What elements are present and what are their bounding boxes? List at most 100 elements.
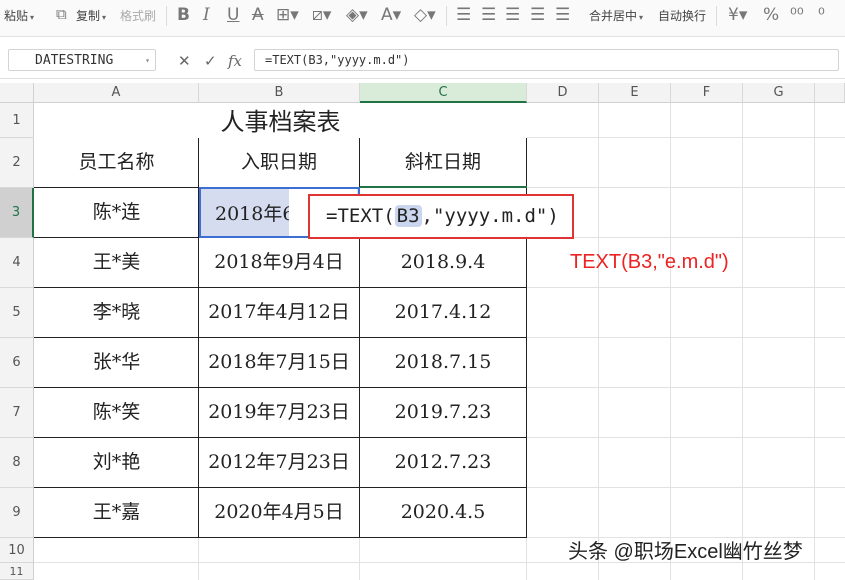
paste-button[interactable]: 粘贴 ▾	[4, 0, 34, 32]
formula-input[interactable]: =TEXT(B3,"yyyy.m.d")	[254, 49, 839, 71]
cell-b6[interactable]: 2018年7月15日	[199, 338, 359, 387]
column-header-e[interactable]: E	[599, 83, 671, 103]
copy-button[interactable]: 复制 ▾	[76, 0, 106, 32]
insert-function-button[interactable]: fx	[228, 52, 242, 70]
fill-color-icon[interactable]: ◈▾	[346, 4, 368, 26]
cell-a9[interactable]: 王*嘉	[35, 488, 198, 537]
column-header-a[interactable]: A	[34, 83, 199, 103]
cell-c5[interactable]: 2017.4.12	[360, 288, 526, 337]
column-header-g[interactable]: G	[743, 83, 815, 103]
copy-label: 复制	[76, 9, 101, 23]
align-left-icon[interactable]: ☰	[530, 4, 545, 26]
row-header-11[interactable]: 11	[0, 563, 34, 580]
sheet-title[interactable]: 人事档案表	[34, 103, 527, 138]
wrap-text-button[interactable]: 自动换行	[658, 0, 706, 32]
wrap-text-label: 自动换行	[658, 9, 707, 23]
align-top-icon[interactable]: ☰	[456, 4, 471, 26]
name-box-value: DATESTRING	[35, 53, 114, 68]
decimal-icon[interactable]: ⁰	[818, 4, 825, 26]
cell-a4[interactable]: 王*美	[35, 238, 198, 287]
align-right-icon[interactable]: ☰	[555, 4, 570, 26]
cell-a6[interactable]: 张*华	[35, 338, 198, 387]
cell-c7[interactable]: 2019.7.23	[360, 388, 526, 437]
strikethrough-button[interactable]: A	[252, 4, 264, 26]
cell-style-icon[interactable]: ⧄▾	[312, 4, 331, 26]
toolbar-divider	[166, 6, 167, 26]
font-color-icon[interactable]: A▾	[381, 4, 401, 26]
align-middle-icon[interactable]: ☰	[481, 4, 496, 26]
table-border	[34, 537, 527, 538]
row-header-3[interactable]: 3	[0, 188, 34, 238]
underline-button[interactable]: U	[227, 4, 239, 26]
thousands-icon[interactable]: ⁰⁰	[790, 4, 804, 26]
chevron-down-icon[interactable]: ▾	[145, 50, 150, 72]
chevron-down-icon: ▾	[639, 13, 644, 22]
row-header-7[interactable]: 7	[0, 388, 34, 438]
watermark: 头条 @职场Excel幽竹丝梦	[568, 541, 803, 563]
chevron-down-icon: ▾	[102, 13, 107, 22]
ribbon-toolbar: 粘贴 ▾ ⧉ 复制 ▾ 格式刷 B I U A ⊞▾ ⧄▾ ◈▾ A▾ ◇▾ ☰ ☰…	[0, 0, 845, 37]
in-cell-formula-editor[interactable]: =TEXT(B3 ,"yyyy.m.d")	[308, 194, 574, 239]
row-header-8[interactable]: 8	[0, 438, 34, 488]
cell-reference-highlight: B3	[394, 205, 422, 227]
paste-label: 粘贴	[4, 9, 29, 23]
cell-b5[interactable]: 2017年4月12日	[199, 288, 359, 337]
formula-suffix: ,"yyyy.m.d")	[421, 205, 559, 227]
header-cell-slash[interactable]: 斜杠日期	[360, 138, 526, 187]
header-cell-name[interactable]: 员工名称	[35, 138, 198, 187]
toolbar-divider	[446, 6, 447, 26]
align-bottom-icon[interactable]: ☰	[505, 4, 520, 26]
chevron-down-icon: ▾	[30, 13, 35, 22]
header-cell-date[interactable]: 入职日期	[199, 138, 359, 187]
row-header-10[interactable]: 10	[0, 538, 34, 563]
border-icon[interactable]: ⊞▾	[276, 4, 299, 26]
column-header-d[interactable]: D	[527, 83, 599, 103]
merge-center-label: 合并居中	[589, 9, 638, 23]
percent-button[interactable]: %	[763, 4, 779, 26]
cell-c8[interactable]: 2012.7.23	[360, 438, 526, 487]
cell-b8[interactable]: 2012年7月23日	[199, 438, 359, 487]
cell-c4[interactable]: 2018.9.4	[360, 238, 526, 287]
cell-b3-value: 2018年6	[215, 203, 295, 225]
gridline	[814, 103, 815, 580]
column-header-c[interactable]: C	[360, 83, 527, 103]
column-header-h[interactable]	[815, 83, 845, 103]
row-header-5[interactable]: 5	[0, 288, 34, 338]
cell-b7[interactable]: 2019年7月23日	[199, 388, 359, 437]
row-header-1[interactable]: 1	[0, 103, 34, 138]
copy-icon: ⧉	[56, 5, 67, 23]
cell-c9[interactable]: 2020.4.5	[360, 488, 526, 537]
cell-a5[interactable]: 李*晓	[35, 288, 198, 337]
cancel-icon[interactable]: ✕	[178, 52, 191, 70]
cell-a3[interactable]: 陈*连	[35, 188, 198, 237]
italic-button[interactable]: I	[203, 4, 210, 26]
gridline	[742, 103, 743, 580]
cell-a7[interactable]: 陈*笑	[35, 388, 198, 437]
annotation-text: TEXT(B3,"e.m.d")	[570, 251, 729, 273]
cell-c3-selection-top	[360, 186, 527, 188]
format-painter-label: 格式刷	[120, 9, 157, 23]
cell-c6[interactable]: 2018.7.15	[360, 338, 526, 387]
gridline	[598, 103, 599, 580]
row-header-4[interactable]: 4	[0, 238, 34, 288]
merge-center-button[interactable]: 合并居中 ▾	[589, 0, 643, 32]
currency-button[interactable]: ¥▾	[728, 4, 747, 26]
column-header-f[interactable]: F	[671, 83, 743, 103]
cell-b9[interactable]: 2020年4月5日	[199, 488, 359, 537]
toolbar-divider	[716, 6, 717, 26]
currency-icon: ¥	[728, 5, 739, 25]
format-painter-button[interactable]: 格式刷	[120, 0, 156, 32]
column-header-b[interactable]: B	[199, 83, 360, 103]
confirm-icon[interactable]: ✓	[204, 52, 217, 70]
cell-b4[interactable]: 2018年9月4日	[199, 238, 359, 287]
row-header-9[interactable]: 9	[0, 488, 34, 538]
bold-button[interactable]: B	[177, 4, 190, 26]
row-header-6[interactable]: 6	[0, 338, 34, 388]
name-box[interactable]: DATESTRING ▾	[8, 49, 156, 71]
select-all-corner[interactable]	[0, 83, 34, 103]
eraser-icon[interactable]: ◇▾	[414, 4, 436, 26]
cell-a8[interactable]: 刘*艳	[35, 438, 198, 487]
row-header-2[interactable]: 2	[0, 138, 34, 188]
spreadsheet-grid: A B C D E F G 1 2 3 4 5 6 7 8 9 10 11 人事…	[0, 83, 845, 580]
formula-bar: DATESTRING ▾ ✕ ✓ fx =TEXT(B3,"yyyy.m.d")	[0, 44, 845, 79]
